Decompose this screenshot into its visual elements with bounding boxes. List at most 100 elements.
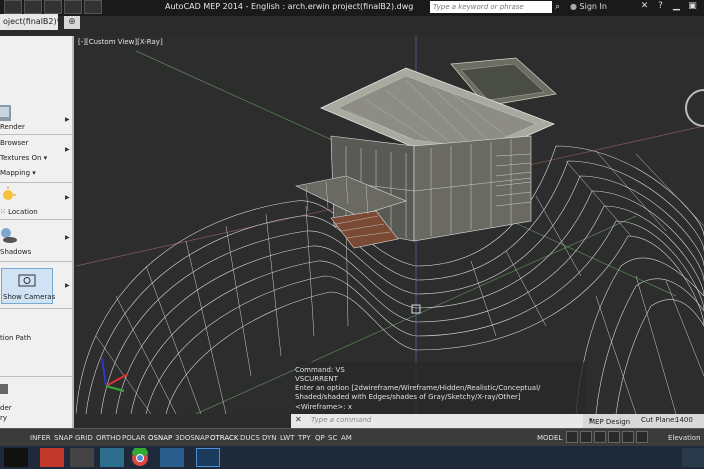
sun-icon[interactable] bbox=[0, 186, 18, 204]
cut-plane-value[interactable]: 1400 bbox=[675, 416, 693, 424]
render-teapot-icon[interactable] bbox=[0, 103, 13, 123]
cut-plane-label: Cut Plane: bbox=[641, 416, 677, 424]
app-taskbar-icon[interactable] bbox=[160, 448, 184, 467]
tray-icon[interactable] bbox=[682, 448, 704, 467]
quick-access-redo-button[interactable] bbox=[84, 0, 102, 14]
quick-access-save-button[interactable] bbox=[44, 0, 62, 14]
toggle-tpy[interactable]: TPY bbox=[298, 434, 311, 442]
expand-arrow-icon[interactable]: ▶ bbox=[65, 194, 70, 201]
close-icon[interactable]: ✕ bbox=[295, 415, 302, 424]
start-button[interactable] bbox=[4, 448, 28, 467]
command-history-line: Shaded/shaded with Edges/shades of Gray/… bbox=[295, 393, 521, 401]
toggle-3dosnap[interactable]: 3DOSNAP bbox=[175, 434, 209, 442]
palette-item-textures-on[interactable]: Textures On ▾ bbox=[0, 154, 47, 162]
command-history: Command: VS VSCURRENT Enter an option [2… bbox=[291, 362, 587, 414]
expand-arrow-icon[interactable]: ▶ bbox=[65, 116, 70, 123]
mapping-label: Mapping bbox=[0, 169, 31, 177]
workspace-gear-icon[interactable] bbox=[608, 431, 620, 443]
textures-on-label: Textures On bbox=[0, 154, 42, 162]
toggle-am[interactable]: AM bbox=[341, 434, 352, 442]
elevation-label[interactable]: Elevation bbox=[668, 434, 701, 442]
show-cameras-label: Show Cameras bbox=[3, 293, 56, 301]
binoculars-icon[interactable]: ⌕ bbox=[555, 2, 565, 12]
viewport-controls-label[interactable]: [-][Custom View][X-Ray] bbox=[78, 38, 163, 46]
expand-arrow-icon[interactable]: ▶ bbox=[65, 234, 70, 241]
app-taskbar-icon[interactable] bbox=[70, 448, 94, 467]
toggle-lwt[interactable]: LWT bbox=[280, 434, 294, 442]
layout-icon[interactable] bbox=[566, 431, 578, 443]
command-history-line: Command: VS bbox=[295, 366, 345, 374]
command-input[interactable]: Type a command bbox=[311, 416, 371, 424]
annotation-scale-icon[interactable] bbox=[594, 431, 606, 443]
palette-item-materials-browser[interactable]: Browser bbox=[0, 139, 28, 147]
photoshop-taskbar-icon[interactable] bbox=[196, 448, 220, 467]
sign-in-label: Sign In bbox=[579, 2, 607, 11]
new-tab-plus-icon[interactable]: ⊕ bbox=[64, 16, 80, 29]
palette-separator bbox=[0, 308, 72, 309]
palette-separator bbox=[0, 134, 72, 135]
command-history-line: <Wireframe>: x bbox=[295, 403, 352, 411]
status-bar: INFER SNAP GRID ORTHO POLAR OSNAP 3DOSNA… bbox=[0, 428, 704, 447]
palette-separator bbox=[0, 376, 72, 377]
shadows-icon[interactable] bbox=[0, 226, 18, 244]
toggle-osnap[interactable]: OSNAP bbox=[148, 434, 172, 442]
sign-in-button[interactable]: ● Sign In bbox=[570, 2, 607, 11]
toggle-qp[interactable]: QP bbox=[315, 434, 325, 442]
title-bar: AutoCAD MEP 2014 - English : arch.erwin … bbox=[0, 0, 704, 16]
print-icon[interactable] bbox=[0, 382, 10, 396]
command-history-line: Enter an option [2dwireframe/Wireframe/H… bbox=[295, 384, 541, 392]
palette-item-render-gallery[interactable]: ry bbox=[0, 414, 7, 422]
palette-item-shadows[interactable]: Shadows bbox=[0, 248, 31, 256]
wireframe-model bbox=[76, 36, 704, 414]
restore-icon[interactable]: ▣ bbox=[686, 1, 699, 13]
render-palette: Render ▶ Browser Textures On ▾ Mapping ▾… bbox=[0, 36, 74, 428]
minimize-icon[interactable]: ▁ bbox=[670, 1, 683, 13]
app-menu-button[interactable] bbox=[4, 0, 22, 14]
workspace-dropdown[interactable]: MEP Design ▾ bbox=[589, 416, 630, 426]
palette-item-motion-path[interactable]: tion Path bbox=[0, 334, 31, 342]
toggle-grid[interactable]: GRID bbox=[75, 434, 93, 442]
model-space-button[interactable]: MODEL bbox=[537, 434, 562, 442]
file-tab[interactable]: oject(finalB2)* bbox=[0, 14, 61, 30]
workspace-label: MEP Design bbox=[589, 418, 631, 426]
expand-arrow-icon[interactable]: ▶ bbox=[65, 282, 70, 289]
app-taskbar-icon[interactable] bbox=[100, 448, 124, 467]
window-title: AutoCAD MEP 2014 - English : arch.erwin … bbox=[165, 2, 414, 11]
toggle-snap[interactable]: SNAP bbox=[54, 434, 73, 442]
quick-view-icon[interactable] bbox=[580, 431, 592, 443]
lock-icon[interactable] bbox=[622, 431, 634, 443]
toggle-infer[interactable]: INFER bbox=[30, 434, 51, 442]
palette-item-render-env[interactable]: der bbox=[0, 404, 12, 412]
search-input[interactable]: Type a keyword or phrase bbox=[430, 1, 552, 13]
command-input-bar[interactable]: ✕ Type a command bbox=[291, 414, 583, 428]
palette-item-location[interactable]: ⁙ Location bbox=[0, 208, 38, 216]
toggle-ducs[interactable]: DUCS bbox=[240, 434, 260, 442]
camera-icon bbox=[18, 274, 36, 287]
palette-item-mapping[interactable]: Mapping ▾ bbox=[0, 169, 36, 177]
palette-item-render[interactable]: Render bbox=[0, 123, 25, 131]
aec-status-bar: MEP Design ▾ Cut Plane: 1400 bbox=[583, 414, 704, 428]
palette-separator bbox=[0, 261, 72, 262]
exchange-icon[interactable]: ✕ bbox=[638, 1, 651, 13]
show-cameras-button[interactable]: Show Cameras bbox=[1, 268, 56, 304]
toggle-otrack[interactable]: OTRACK bbox=[210, 434, 239, 442]
chrome-taskbar-icon[interactable] bbox=[130, 446, 154, 467]
expand-arrow-icon[interactable]: ▶ bbox=[65, 146, 70, 153]
user-icon: ● bbox=[570, 2, 577, 11]
viewcube-icon[interactable] bbox=[684, 88, 704, 128]
palette-separator bbox=[0, 219, 72, 220]
autocad-taskbar-icon[interactable] bbox=[40, 448, 64, 467]
toggle-dyn[interactable]: DYN bbox=[262, 434, 277, 442]
location-label: Location bbox=[8, 208, 38, 216]
help-icon[interactable]: ? bbox=[654, 1, 667, 13]
toggle-ortho[interactable]: ORTHO bbox=[96, 434, 121, 442]
drawing-viewport[interactable]: [-][Custom View][X-Ray] bbox=[76, 36, 704, 414]
os-taskbar bbox=[0, 446, 704, 469]
toggle-polar[interactable]: POLAR bbox=[122, 434, 145, 442]
quick-access-undo-button[interactable] bbox=[64, 0, 82, 14]
palette-separator bbox=[0, 182, 72, 183]
isolate-icon[interactable] bbox=[636, 431, 648, 443]
toggle-sc[interactable]: SC bbox=[328, 434, 337, 442]
quick-access-open-button[interactable] bbox=[24, 0, 42, 14]
command-history-line: VSCURRENT bbox=[295, 375, 338, 383]
